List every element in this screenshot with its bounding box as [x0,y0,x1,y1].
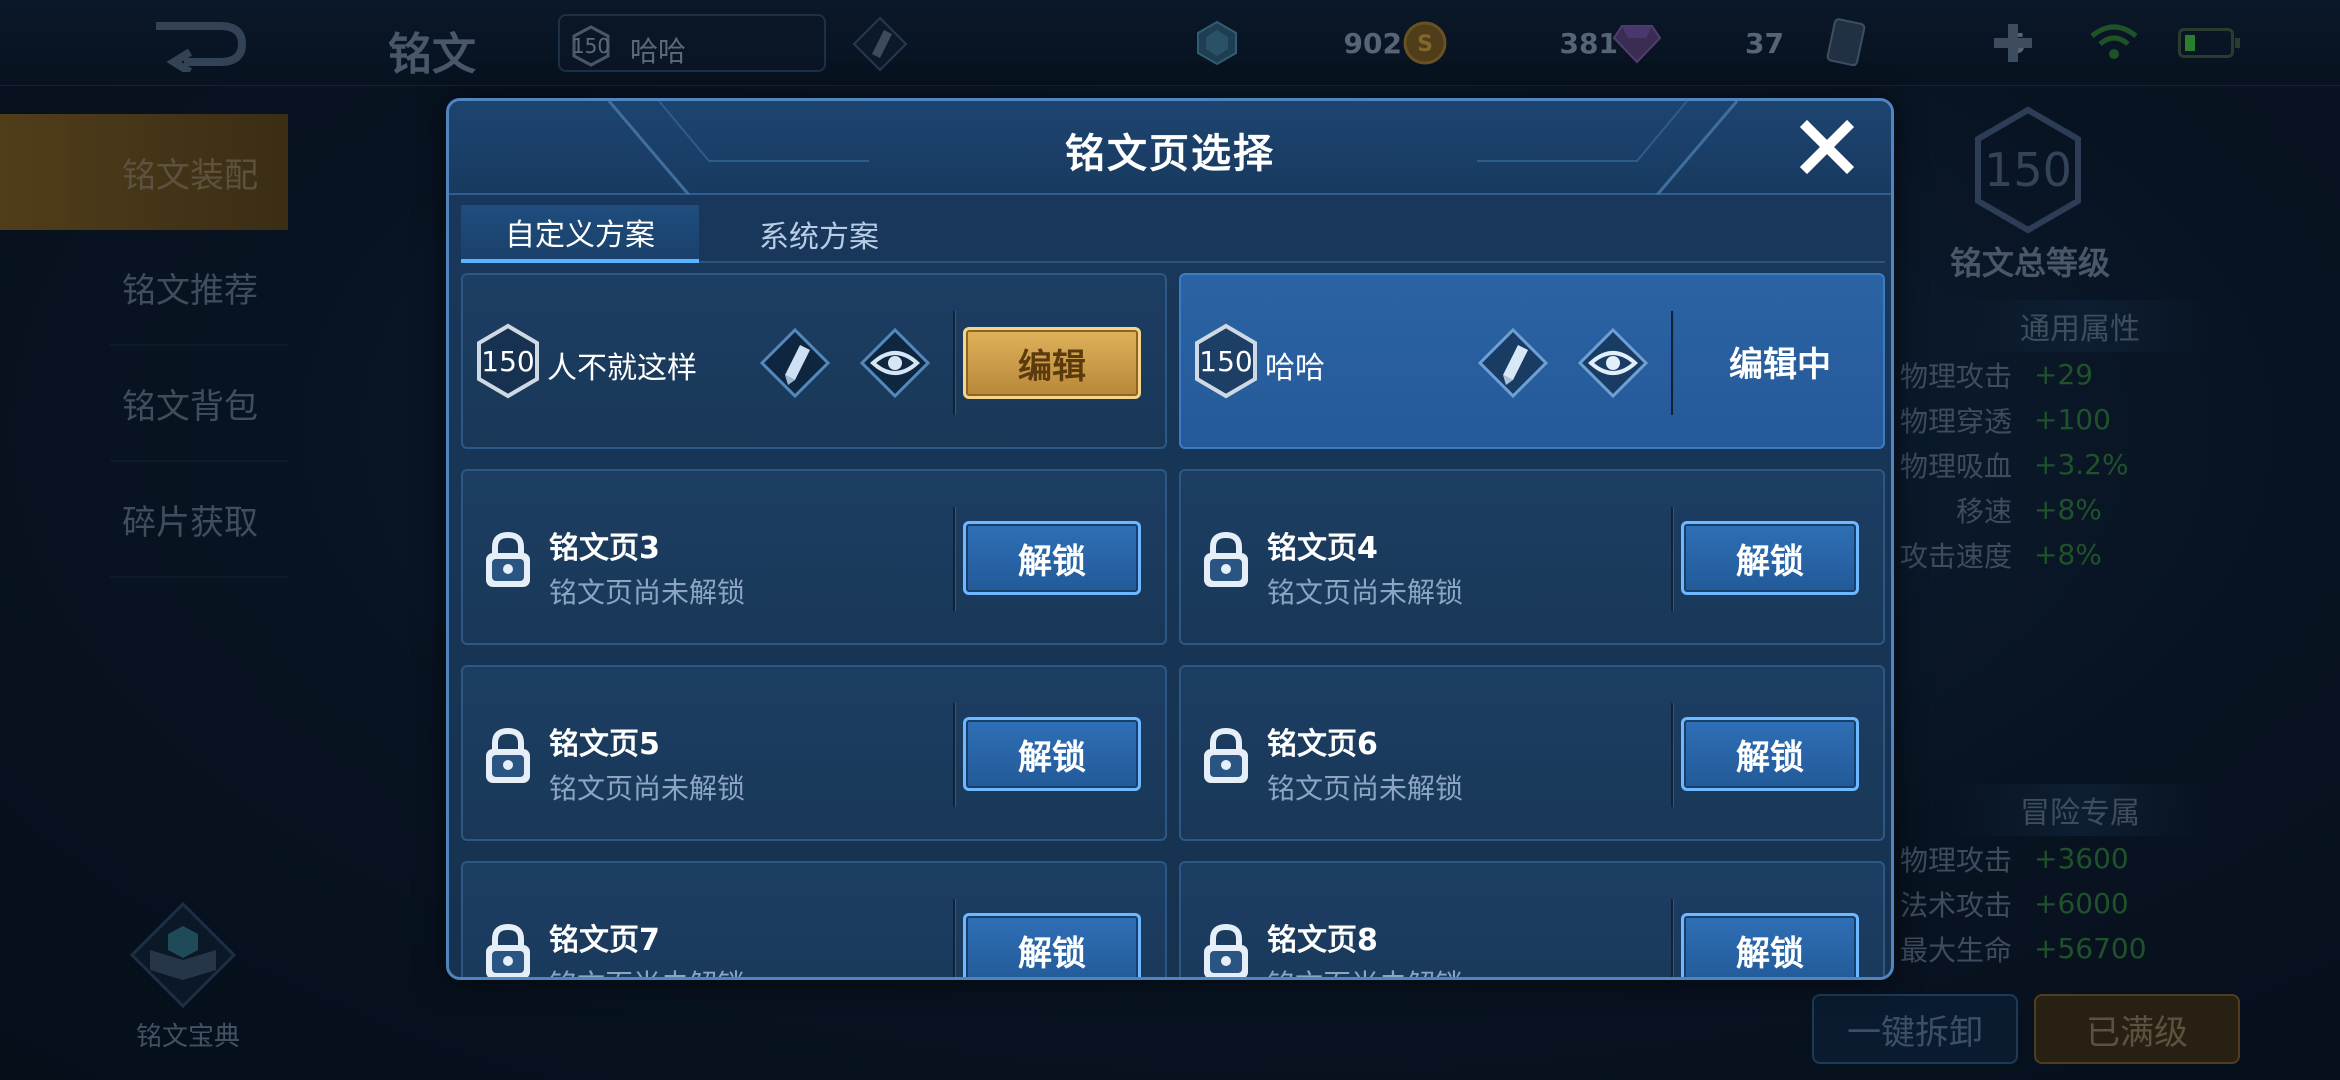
locked-page-card: 铭文页3 铭文页尚未解锁 解锁 [461,469,1167,645]
lock-icon [1204,727,1248,783]
edit-button[interactable]: 编辑 [963,327,1141,399]
divider [1671,507,1673,611]
page-locked-hint: 铭文页尚未解锁 [1267,963,1463,977]
preview-eye-icon[interactable] [859,327,931,399]
divider [1671,703,1673,807]
level-hex-icon: 150 [475,323,541,399]
locked-page-card: 铭文页7 铭文页尚未解锁 解锁 [461,861,1167,977]
page-level: 150 [1199,344,1253,378]
page-title: 铭文页6 [1267,727,1378,762]
page-name: 哈哈 [1265,351,1325,386]
rune-page-card[interactable]: 150 人不就这样 编辑 [461,273,1167,449]
preview-eye-icon[interactable] [1577,327,1649,399]
lock-icon [1204,923,1248,977]
page-title: 铭文页5 [549,727,660,762]
unlock-button[interactable]: 解锁 [963,521,1141,595]
editing-status: 编辑中 [1729,345,1831,385]
lock-icon [486,531,530,587]
page-title: 铭文页4 [1267,531,1378,566]
divider [953,899,955,977]
page-locked-hint: 铭文页尚未解锁 [549,576,746,609]
divider [953,507,955,611]
divider [953,703,955,807]
unlock-button[interactable]: 解锁 [1681,521,1859,595]
unlock-button[interactable]: 解锁 [1681,717,1859,791]
locked-page-card: 铭文页4 铭文页尚未解锁 解锁 [1179,469,1885,645]
lock-icon [486,923,530,977]
unlock-button[interactable]: 解锁 [963,913,1141,977]
rename-pencil-icon[interactable] [1477,327,1549,399]
rune-page-card-current[interactable]: 150 哈哈 编辑中 [1179,273,1885,449]
dialog-title: 铭文页选择 [1065,131,1275,177]
lock-icon [1204,531,1248,587]
unlock-button[interactable]: 解锁 [1681,913,1859,977]
level-hex-icon: 150 [1193,323,1259,399]
locked-page-card: 铭文页5 铭文页尚未解锁 解锁 [461,665,1167,841]
page-name: 人不就这样 [547,351,697,386]
lock-icon [486,727,530,783]
plan-tabs: 自定义方案 系统方案 [461,205,1885,263]
close-icon[interactable] [1795,115,1859,179]
page-title: 铭文页3 [549,531,660,566]
rename-pencil-icon[interactable] [759,327,831,399]
rune-page-select-dialog: 铭文页选择 自定义方案 系统方案 150 人不就这样 编辑 150 哈哈 编辑中… [446,98,1894,980]
tab-custom-plans[interactable]: 自定义方案 [461,205,699,263]
divider [1671,311,1673,415]
page-title: 铭文页8 [1267,923,1378,958]
unlock-button[interactable]: 解锁 [963,717,1141,791]
locked-page-card: 铭文页8 铭文页尚未解锁 解锁 [1179,861,1885,977]
page-locked-hint: 铭文页尚未解锁 [1267,772,1464,805]
page-locked-hint: 铭文页尚未解锁 [549,963,745,977]
divider [1671,899,1673,977]
page-locked-hint: 铭文页尚未解锁 [1267,576,1464,609]
page-title: 铭文页7 [549,923,660,958]
tab-system-plans[interactable]: 系统方案 [699,205,939,263]
page-level: 150 [481,344,535,378]
locked-page-card: 铭文页6 铭文页尚未解锁 解锁 [1179,665,1885,841]
dialog-header: 铭文页选择 [449,101,1891,195]
divider [953,311,955,415]
page-locked-hint: 铭文页尚未解锁 [549,772,746,805]
